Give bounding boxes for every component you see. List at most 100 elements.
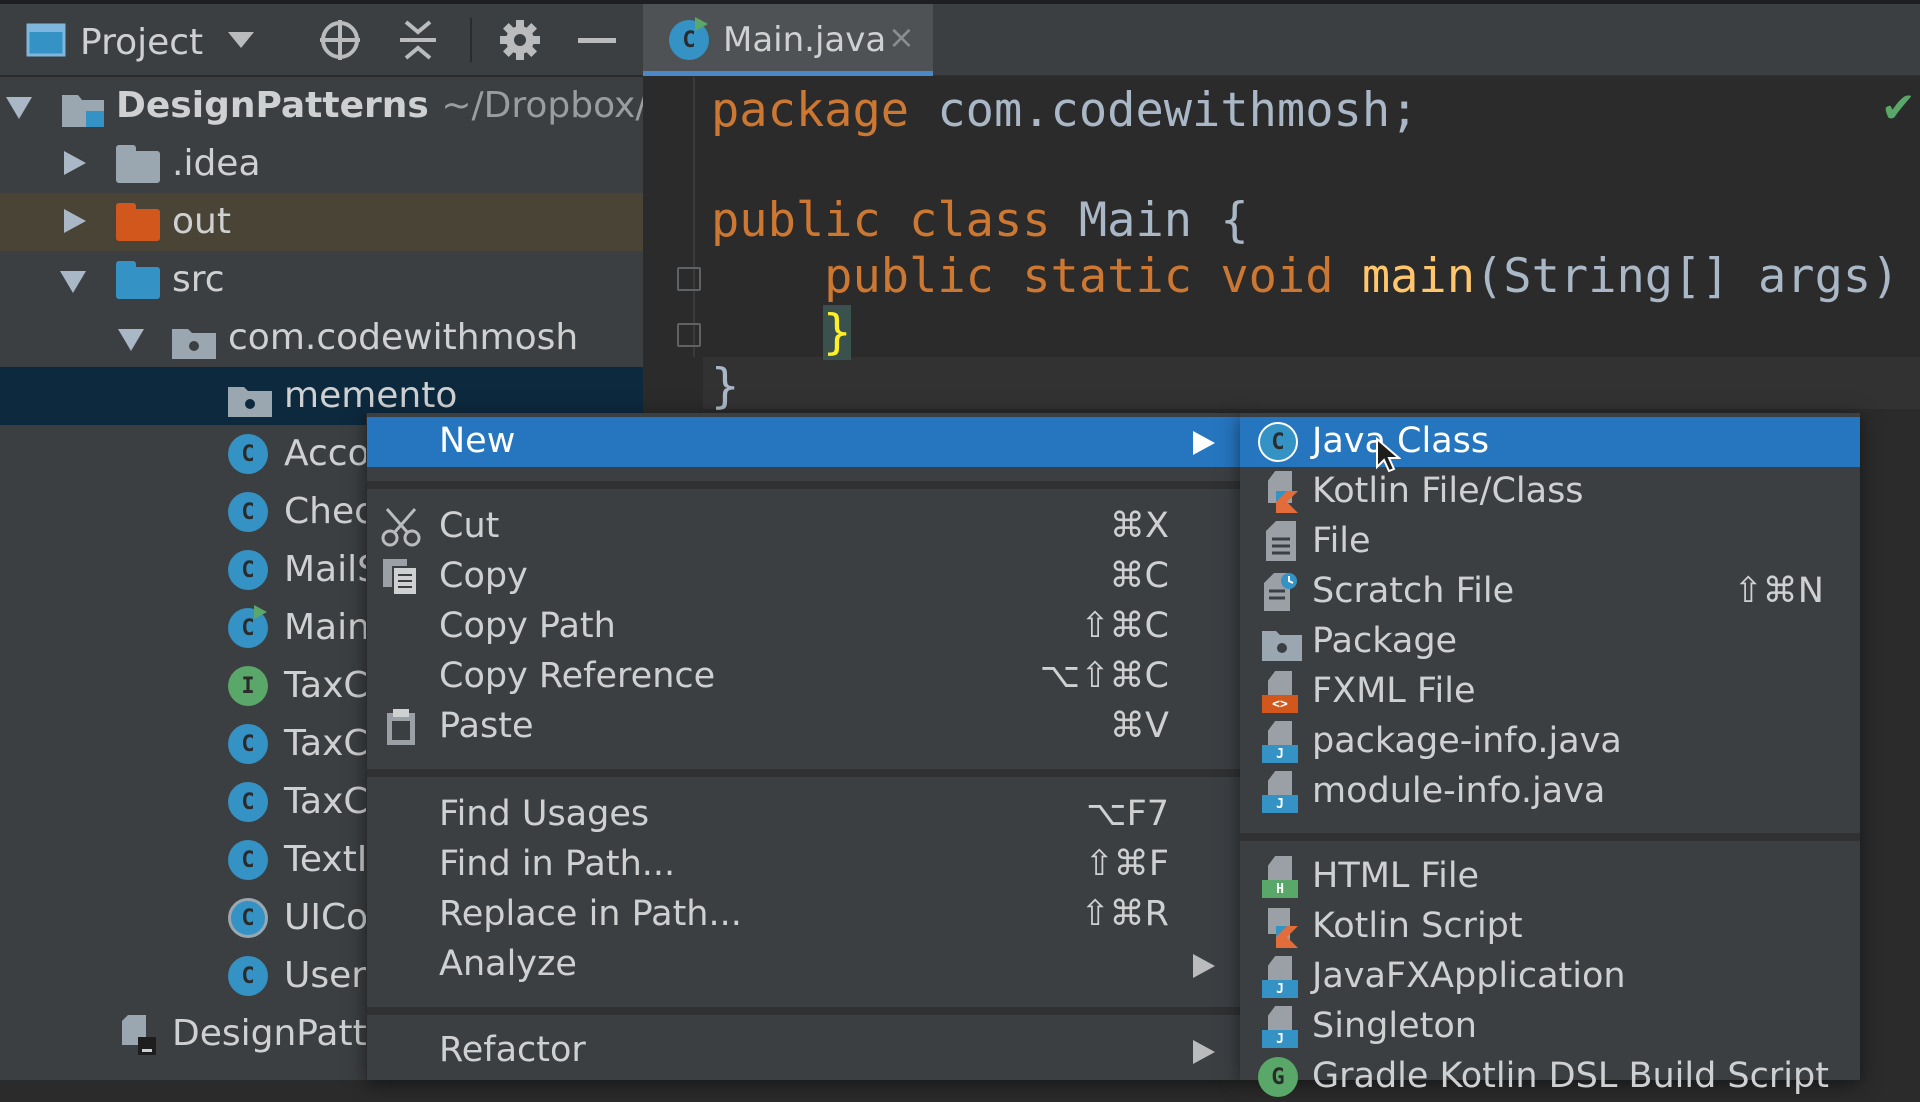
code-line-4: public static void main(String[] args): [711, 249, 1920, 304]
tree-item-label: TaxC: [284, 723, 369, 764]
menu-item-paste[interactable]: Paste ⌘V: [367, 702, 1241, 752]
submenu-arrow-icon: [1193, 1040, 1215, 1064]
menu-separator: [1240, 833, 1860, 841]
tree-item-label: DesignPatterns: [116, 85, 429, 126]
java-file-icon: J: [1262, 721, 1298, 763]
submenu-item-singleton[interactable]: J Singleton: [1240, 1002, 1860, 1052]
submenu-item-gradle-kotlin-dsl[interactable]: G Gradle Kotlin DSL Build Script: [1240, 1052, 1860, 1102]
tab-label: Main.java: [723, 20, 887, 60]
menu-item-refactor[interactable]: Refactor: [367, 1026, 1241, 1076]
tree-item-label: TaxC: [284, 781, 369, 822]
fold-marker-icon[interactable]: [677, 323, 701, 347]
menu-separator: [367, 481, 1241, 489]
code-line-6: }: [711, 359, 740, 414]
menu-item-cut[interactable]: Cut ⌘X: [367, 502, 1241, 552]
tree-item-path: ~/Dropbox/Co: [441, 85, 643, 126]
tree-item-out[interactable]: out: [0, 193, 643, 251]
menu-item-copy[interactable]: Copy ⌘C: [367, 552, 1241, 602]
runnable-class-icon: C: [228, 605, 268, 648]
tree-item-label: User: [284, 955, 367, 996]
copy-icon: [381, 558, 421, 596]
menu-item-copy-reference[interactable]: Copy Reference ⌥⇧⌘C: [367, 652, 1241, 702]
submenu-item-file[interactable]: File: [1240, 517, 1860, 567]
submenu-arrow-icon: [1193, 954, 1215, 978]
close-icon[interactable]: ×: [888, 18, 915, 56]
submenu-item-kotlin-file[interactable]: Kotlin File/Class: [1240, 467, 1860, 517]
menu-separator: [367, 769, 1241, 777]
tree-item-idea[interactable]: .idea: [0, 135, 643, 193]
folder-icon: [116, 145, 160, 183]
submenu-item-kotlin-script[interactable]: Kotlin Script: [1240, 902, 1860, 952]
gutter-divider: [693, 77, 695, 357]
submenu-item-scratch-file[interactable]: Scratch File ⇧⌘N: [1240, 567, 1860, 617]
editor-tab-bar: C Main.java ×: [643, 4, 1920, 76]
tree-item-label: out: [172, 201, 231, 242]
tree-item-label: DesignPatte: [172, 1013, 389, 1054]
abstract-class-icon: C: [228, 898, 268, 938]
expand-arrow-icon[interactable]: [64, 209, 86, 233]
submenu-item-module-info[interactable]: J module-info.java: [1240, 767, 1860, 817]
expand-arrow-icon[interactable]: [60, 271, 86, 293]
submenu-item-java-class[interactable]: C Java Class: [1240, 417, 1860, 467]
menu-item-find-usages[interactable]: Find Usages ⌥F7: [367, 790, 1241, 840]
java-class-icon: C: [669, 17, 709, 60]
expand-arrow-icon[interactable]: [118, 329, 144, 351]
excluded-folder-icon: [116, 203, 160, 241]
submenu-item-fxml-file[interactable]: <> FXML File: [1240, 667, 1860, 717]
fold-marker-icon[interactable]: [677, 267, 701, 291]
project-view-title[interactable]: Project: [80, 22, 203, 63]
locate-target-icon[interactable]: [318, 20, 362, 60]
tree-item-designpatterns[interactable]: DesignPatterns ~/Dropbox/Co: [0, 77, 643, 135]
source-folder-icon: [116, 261, 160, 299]
menu-item-new[interactable]: New: [367, 417, 1241, 467]
submenu-item-package-info[interactable]: J package-info.java: [1240, 717, 1860, 767]
tree-item-label: Acco: [284, 433, 370, 474]
module-file-icon: [120, 1013, 160, 1061]
no-problems-check-icon: ✔: [1880, 83, 1916, 132]
class-icon: C: [228, 956, 268, 996]
menu-item-find-in-path[interactable]: Find in Path... ⇧⌘F: [367, 840, 1241, 890]
code-line-3: public class Main {: [711, 193, 1249, 248]
fxml-file-icon: <>: [1262, 671, 1298, 713]
minimize-icon[interactable]: [578, 20, 616, 60]
package-icon: [1262, 621, 1302, 663]
tree-item-package[interactable]: com.codewithmosh: [0, 309, 643, 367]
gradle-icon: G: [1258, 1057, 1298, 1097]
tree-item-label: UICo: [284, 897, 369, 938]
java-file-icon: J: [1262, 771, 1298, 813]
kotlin-script-icon: [1262, 906, 1298, 948]
menu-item-copy-path[interactable]: Copy Path ⇧⌘C: [367, 602, 1241, 652]
class-icon: C: [228, 782, 268, 822]
tree-item-label: Chec: [284, 491, 374, 532]
submenu-item-javafx-application[interactable]: J JavaFXApplication: [1240, 952, 1860, 1002]
project-view-icon[interactable]: [26, 20, 66, 60]
expand-arrow-icon[interactable]: [64, 151, 86, 175]
project-toolbar: Project: [0, 4, 643, 76]
chevron-down-icon[interactable]: [226, 20, 256, 60]
module-folder-icon: [60, 89, 106, 133]
tree-item-label: TaxC: [284, 665, 369, 706]
gear-icon[interactable]: [498, 20, 542, 60]
collapse-all-icon[interactable]: [398, 20, 438, 60]
toolbar-divider: [470, 18, 472, 62]
package-icon: [228, 383, 272, 421]
tree-item-label: TextI: [284, 839, 368, 880]
tree-item-label: memento: [284, 375, 458, 416]
tab-main-java[interactable]: C Main.java ×: [643, 4, 933, 76]
clipboard-icon: [381, 708, 421, 746]
submenu-item-package[interactable]: Package: [1240, 617, 1860, 667]
menu-item-replace-in-path[interactable]: Replace in Path... ⇧⌘R: [367, 890, 1241, 940]
mouse-pointer-icon: [1375, 436, 1402, 477]
tree-item-label: .idea: [172, 143, 261, 184]
package-icon: [172, 325, 216, 363]
submenu-item-html-file[interactable]: H HTML File: [1240, 852, 1860, 902]
tree-item-label: src: [172, 259, 225, 300]
menu-item-analyze[interactable]: Analyze: [367, 940, 1241, 990]
class-icon: C: [228, 550, 268, 590]
expand-arrow-icon[interactable]: [6, 97, 32, 119]
context-menu: New Cut ⌘X Copy ⌘C Copy Path ⇧⌘C Copy Re…: [366, 413, 1241, 1080]
java-file-icon: J: [1262, 1006, 1298, 1048]
tree-item-src[interactable]: src: [0, 251, 643, 309]
tree-item-label: Main: [284, 607, 370, 648]
code-line-1: package com.codewithmosh;: [711, 83, 1419, 138]
